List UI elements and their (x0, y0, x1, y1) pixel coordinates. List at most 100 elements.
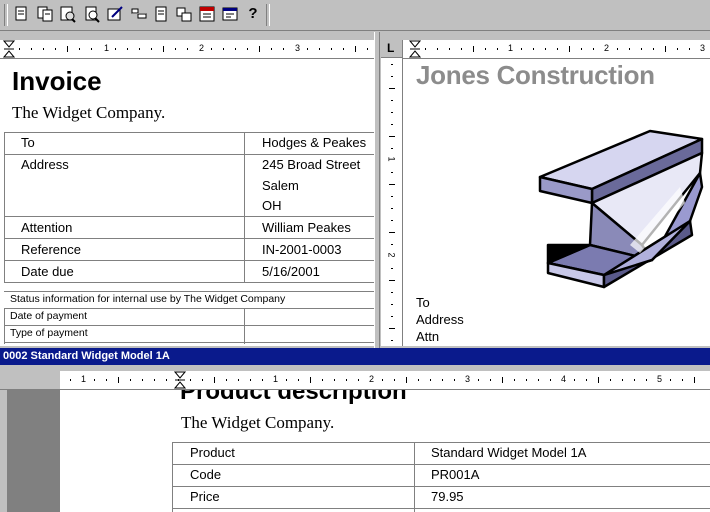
edit-icon[interactable] (106, 5, 124, 23)
horizontal-ruler[interactable]: 1 2 3 (403, 40, 710, 59)
table-border (172, 442, 173, 512)
indent-marker-icon[interactable] (409, 40, 421, 58)
ruler-tick (151, 48, 152, 50)
ruler-tick (682, 379, 683, 381)
product-value-code[interactable]: PR001A (431, 467, 479, 482)
zoom-icon[interactable] (83, 5, 101, 23)
tab-selector[interactable]: L (381, 40, 403, 58)
split-horizontal-icon[interactable] (130, 5, 148, 23)
indent-marker-icon[interactable] (3, 40, 15, 58)
table-border (4, 238, 374, 239)
ruler-tick (391, 76, 393, 77)
ruler-tick (118, 377, 119, 383)
ruler-tick (502, 377, 503, 383)
table-border (172, 508, 710, 509)
ruler-tick (617, 48, 618, 50)
horizontal-ruler[interactable]: 1 2 3 (0, 40, 374, 59)
table-border (4, 325, 374, 326)
status-label-type-of-payment: Type of payment (10, 327, 88, 339)
ruler-tick (211, 48, 212, 50)
window-layout-icon[interactable] (175, 5, 193, 23)
ruler-number: 5 (657, 374, 663, 384)
ruler-tick (115, 48, 116, 50)
ruler-tick (389, 88, 395, 89)
ruler-tick (526, 379, 527, 381)
table-border (4, 342, 374, 343)
ruler-tick (425, 48, 426, 50)
ruler-tick (406, 377, 407, 383)
ruler-number: 1 (104, 43, 110, 53)
ruler-tick (437, 48, 438, 50)
invoice-value-reference[interactable]: IN-2001-0003 (262, 242, 342, 257)
invoice-label-attention: Attention (21, 220, 73, 235)
ruler-tick (569, 46, 570, 52)
ruler-tick (202, 379, 203, 381)
invoice-value-address[interactable]: 245 Broad Street (262, 157, 360, 172)
ruler-tick (142, 379, 143, 381)
ruler-number: 2 (369, 374, 375, 384)
ruler-tick (70, 379, 71, 381)
ruler-tick (418, 379, 419, 381)
ruler-tick (223, 48, 224, 50)
ruler-tick (94, 379, 95, 381)
ruler-tick (286, 379, 287, 381)
product-pane[interactable]: Product description The Widget Company. … (60, 390, 710, 512)
help-icon[interactable]: ? (244, 5, 262, 23)
indent-marker-icon[interactable] (174, 371, 186, 389)
ruler-tick (391, 172, 393, 173)
invoice-value-state[interactable]: OH (262, 198, 282, 213)
date-field-icon[interactable] (198, 5, 216, 23)
ruler-tick (677, 48, 678, 50)
vertical-splitter[interactable] (374, 32, 380, 348)
left-frame (0, 390, 8, 512)
invoice-label-to: To (21, 135, 35, 150)
steel-beam-logo (538, 129, 704, 289)
ruler-tick (629, 48, 630, 50)
ruler-tick (634, 379, 635, 381)
copy-document-icon[interactable] (36, 5, 54, 23)
ruler-tick (391, 316, 393, 317)
ruler-tick (31, 48, 32, 50)
horizontal-ruler[interactable]: 1 1 2 3 4 5 (0, 371, 710, 390)
ruler-tick (178, 379, 179, 381)
document-title-bar[interactable]: 0002 Standard Widget Model 1A (0, 348, 710, 365)
table-border (4, 132, 5, 282)
ruler-number: 1 (508, 43, 514, 53)
ruler-tick (190, 379, 191, 381)
table-border (414, 442, 415, 512)
table-border (4, 308, 374, 309)
ruler-tick (598, 377, 599, 383)
new-document-icon[interactable] (12, 5, 30, 23)
invoice-value-date-due[interactable]: 5/16/2001 (262, 264, 320, 279)
ruler-tick (322, 379, 323, 381)
product-value-product[interactable]: Standard Widget Model 1A (431, 445, 586, 460)
ruler-tick (391, 244, 393, 245)
product-value-price[interactable]: 79.95 (431, 489, 464, 504)
invoice-value-to[interactable]: Hodges & Peakes (262, 135, 366, 150)
ruler-tick (259, 46, 260, 52)
ruler-tick (665, 46, 666, 52)
print-preview-icon[interactable] (59, 5, 77, 23)
product-title: Product description (180, 390, 407, 405)
properties-icon[interactable] (221, 5, 239, 23)
ruler-tick (538, 379, 539, 381)
ruler-tick (298, 379, 299, 381)
vertical-ruler[interactable]: 1 2 (381, 58, 403, 346)
ruler-number: 3 (465, 374, 471, 384)
page-margin-area (8, 390, 60, 512)
tab-type-glyph: L (387, 41, 395, 55)
ruler-number: 2 (199, 43, 205, 53)
invoice-value-city[interactable]: Salem (262, 178, 299, 193)
ruler-tick (358, 379, 359, 381)
status-label-date-of-payment: Date of payment (10, 310, 88, 322)
ruler-tick (391, 100, 393, 101)
invoice-value-attention[interactable]: William Peakes (262, 220, 351, 235)
invoice-title: Invoice (12, 66, 102, 96)
ruler-tick (235, 48, 236, 50)
ruler-tick (175, 48, 176, 50)
split-vertical-icon[interactable] (152, 5, 170, 23)
ruler-tick (367, 48, 368, 50)
ruler-tick (449, 48, 450, 50)
ruler-tick (521, 48, 522, 50)
ruler-tick (391, 112, 393, 113)
